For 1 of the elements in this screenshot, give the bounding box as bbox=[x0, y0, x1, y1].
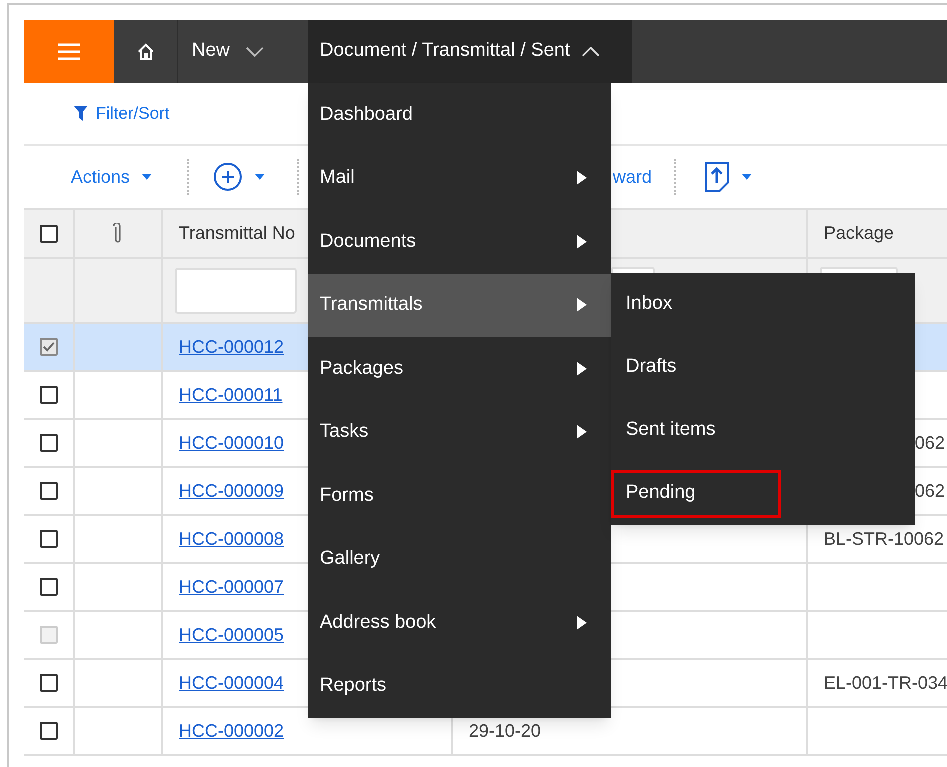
table-cell: 29-10-20 bbox=[453, 708, 808, 756]
